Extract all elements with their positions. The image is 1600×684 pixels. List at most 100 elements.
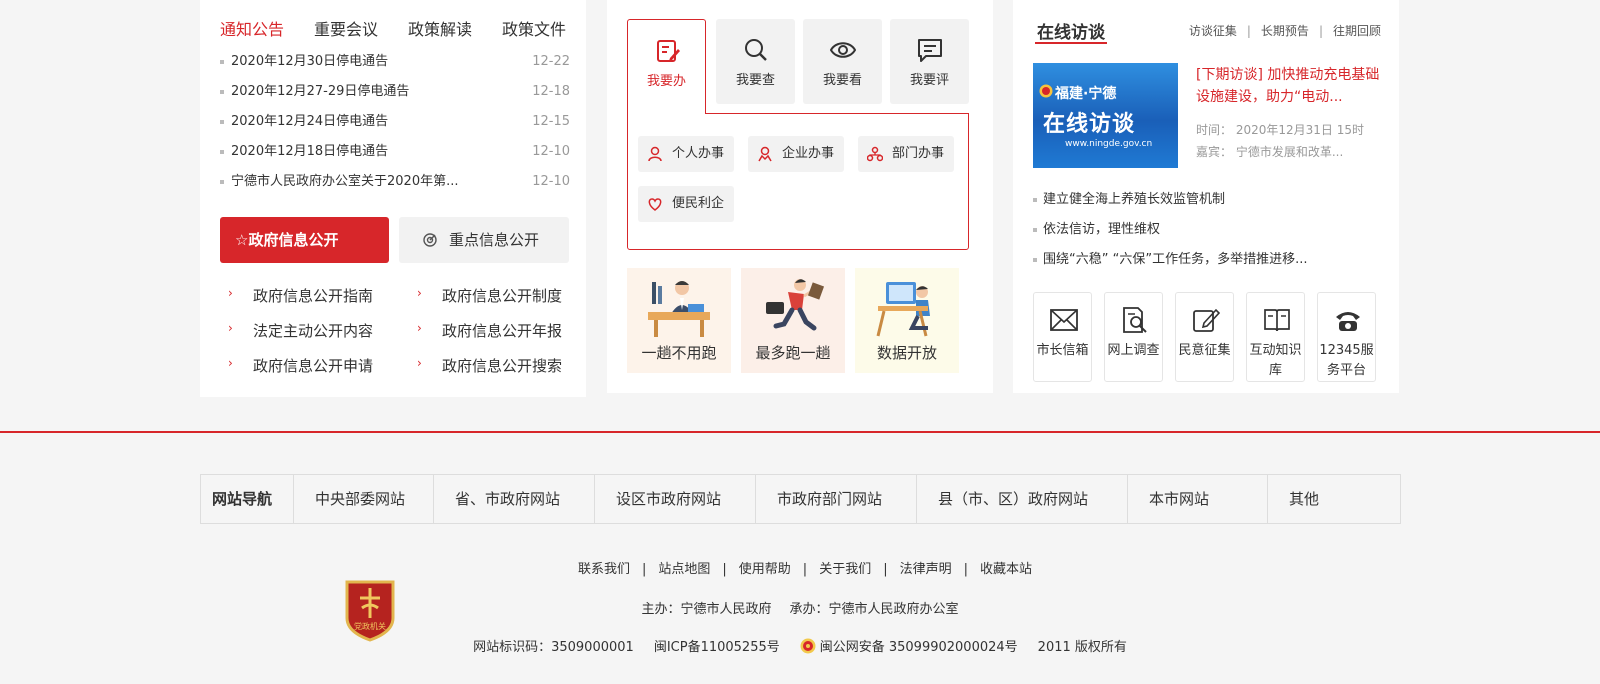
- icp-link[interactable]: 闽ICP备11005255号: [654, 640, 780, 655]
- online-interview-panel: 在线访谈 访谈征集 | 长期预告 | 往期回顾 福建·宁德 在线访谈 www.ningd…: [1013, 0, 1399, 393]
- nav-provincial-municipal[interactable]: 省、市政府网站: [434, 475, 595, 523]
- nav-central-ministries[interactable]: 中央部委网站: [294, 475, 434, 523]
- list-item[interactable]: 2020年12月27-29日停电通告 12-18: [220, 82, 570, 112]
- key-info-public-label: 重点信息公开: [449, 231, 540, 249]
- services-panel: 我要办 我要查 我要看 我要评 个人办事 企业办事 部门办事 便民利企 一趟不用…: [607, 0, 993, 393]
- service-platform-12345-button[interactable]: 12345服务平台: [1317, 292, 1376, 382]
- service-options-box: 个人办事 企业办事 部门办事 便民利企: [627, 113, 969, 250]
- info-link[interactable]: › 政府信息公开申请: [228, 355, 373, 376]
- list-item[interactable]: 依法信访，理性维权: [1033, 220, 1393, 250]
- business-affairs-button[interactable]: 企业办事: [748, 136, 845, 172]
- help-link[interactable]: 使用帮助: [739, 562, 791, 577]
- interaction-label: 民意征集: [1178, 343, 1231, 358]
- tab-notice[interactable]: 通知公告: [220, 16, 284, 40]
- list-item[interactable]: 2020年12月18日停电通告 12-10: [220, 142, 570, 172]
- card-label: 数据开放: [876, 344, 937, 362]
- notice-title: 宁德市人民政府办公室关于2020年第...: [231, 174, 459, 189]
- no-trip-card[interactable]: 一趟不用跑: [627, 268, 731, 373]
- at-most-one-trip-card[interactable]: 最多跑一趟: [741, 268, 845, 373]
- list-item[interactable]: 宁德市人民政府办公室关于2020年第... 12-10: [220, 172, 570, 202]
- list-item[interactable]: 建立健全海上养殖长效监管机制: [1033, 190, 1393, 220]
- info-link[interactable]: › 政府信息公开年报: [417, 320, 562, 341]
- chip-label: 个人办事: [672, 146, 725, 161]
- long-term-preview-link[interactable]: 长期预告: [1261, 24, 1309, 38]
- tab-policy-documents[interactable]: 政策文件: [502, 16, 566, 40]
- nav-district-cities[interactable]: 设区市政府网站: [595, 475, 756, 523]
- chip-label: 便民利企: [672, 196, 725, 211]
- info-link[interactable]: › 政府信息公开制度: [417, 285, 562, 306]
- online-news-list: 建立健全海上养殖长效监管机制 依法信访，理性维权 围绕“六稳” “六保”工作任务…: [1033, 190, 1393, 280]
- police-record-link[interactable]: 闽公网安备 35099902000024号: [820, 640, 1018, 655]
- copyright-text: 2011 版权所有: [1037, 640, 1127, 655]
- tab-i-want-to-review[interactable]: 我要评: [890, 19, 969, 104]
- tab-policy-interpretation[interactable]: 政策解读: [408, 16, 472, 40]
- guest-value: 宁德市发展和改革...: [1235, 145, 1344, 159]
- past-review-link[interactable]: 往期回顾: [1333, 24, 1381, 38]
- legal-notice-link[interactable]: 法律声明: [900, 562, 952, 577]
- interview-thumbnail[interactable]: 福建·宁德 在线访谈 www.ningde.gov.cn: [1033, 63, 1178, 168]
- card-label: 最多跑一趟: [755, 344, 831, 362]
- nav-other[interactable]: 其他: [1268, 475, 1400, 523]
- notice-title: 2020年12月24日停电通告: [231, 114, 389, 129]
- mayor-mailbox-button[interactable]: 市长信箱: [1033, 292, 1092, 382]
- gov-info-public-button[interactable]: ☆政府信息公开: [220, 217, 389, 263]
- interaction-label: 12345服务平台: [1319, 343, 1374, 378]
- tab-i-want-to-do[interactable]: 我要办: [627, 19, 706, 114]
- eye-icon: [830, 42, 856, 58]
- tab-meetings[interactable]: 重要会议: [314, 16, 378, 40]
- interaction-label: 互动知识库: [1249, 343, 1302, 378]
- badge-text: 党政机关: [354, 621, 386, 631]
- info-link-label: 法定主动公开内容: [253, 322, 374, 340]
- knowledge-base-button[interactable]: 互动知识库: [1246, 292, 1305, 382]
- undertaker-text: 承办：宁德市人民政府办公室: [789, 602, 959, 617]
- info-link[interactable]: › 政府信息公开指南: [228, 285, 373, 306]
- tab-label: 我要查: [735, 73, 775, 88]
- chevron-right-icon: ›: [417, 286, 422, 300]
- site-navigation-bar: 网站导航 中央部委网站 省、市政府网站 设区市政府网站 市政府部门网站 县（市、…: [200, 474, 1401, 524]
- host-info: 主办：宁德市人民政府 承办：宁德市人民政府办公室: [0, 598, 1600, 617]
- about-us-link[interactable]: 关于我们: [819, 562, 871, 577]
- notice-date: 12-22: [532, 54, 570, 69]
- bullet-icon: [220, 90, 224, 94]
- interaction-label: 网上调查: [1107, 343, 1160, 358]
- bookmark-link[interactable]: 收藏本站: [980, 562, 1032, 577]
- book-icon: [1264, 309, 1290, 332]
- list-item[interactable]: 2020年12月30日停电通告 12-22: [220, 52, 570, 82]
- online-survey-button[interactable]: 网上调查: [1104, 292, 1163, 382]
- interview-collect-link[interactable]: 访谈征集: [1189, 24, 1237, 38]
- info-link[interactable]: › 法定主动公开内容: [228, 320, 373, 341]
- comment-icon: [918, 39, 942, 62]
- card-label: 一趟不用跑: [641, 344, 717, 362]
- open-data-card[interactable]: 数据开放: [855, 268, 959, 373]
- host-text: 主办：宁德市人民政府: [641, 602, 772, 617]
- notice-date: 12-10: [532, 174, 570, 189]
- public-opinion-button[interactable]: 民意征集: [1175, 292, 1234, 382]
- thumbnail-title: 福建·宁德: [1055, 86, 1117, 102]
- notice-title: 2020年12月18日停电通告: [231, 144, 389, 159]
- nav-county-governments[interactable]: 县（市、区）政府网站: [917, 475, 1128, 523]
- footer-divider: [0, 431, 1600, 433]
- info-link-label: 政府信息公开搜索: [442, 357, 563, 375]
- contact-us-link[interactable]: 联系我们: [578, 562, 630, 577]
- nav-label: 县（市、区）政府网站: [938, 490, 1089, 508]
- info-link[interactable]: › 政府信息公开搜索: [417, 355, 562, 376]
- mail-icon: [1050, 309, 1078, 331]
- department-affairs-button[interactable]: 部门办事: [858, 136, 955, 172]
- heart-icon: [648, 198, 662, 211]
- key-info-public-button[interactable]: 重点信息公开: [399, 217, 569, 263]
- info-link-label: 政府信息公开年报: [442, 322, 563, 340]
- tab-i-want-to-see[interactable]: 我要看: [803, 19, 882, 104]
- interview-headline[interactable]: [下期访谈] 加快推动充电基础设施建设，助力“电动...: [1196, 64, 1386, 108]
- registration-info: 网站标识码：3509000001 闽ICP备11005255号 闽公网安备 3509…: [0, 636, 1600, 655]
- org-chart-icon: [867, 146, 883, 162]
- list-item[interactable]: 围绕“六稳” “六保”工作任务，多举措推进移...: [1033, 250, 1393, 280]
- notice-date: 12-18: [532, 84, 570, 99]
- nav-municipal-departments[interactable]: 市政府部门网站: [756, 475, 917, 523]
- nav-city-websites[interactable]: 本市网站: [1128, 475, 1268, 523]
- personal-affairs-button[interactable]: 个人办事: [638, 136, 735, 172]
- convenience-button[interactable]: 便民利企: [638, 186, 735, 222]
- tab-i-want-to-query[interactable]: 我要查: [716, 19, 795, 104]
- form-edit-icon: [657, 40, 680, 62]
- list-item[interactable]: 2020年12月24日停电通告 12-15: [220, 112, 570, 142]
- site-map-link[interactable]: 站点地图: [658, 562, 710, 577]
